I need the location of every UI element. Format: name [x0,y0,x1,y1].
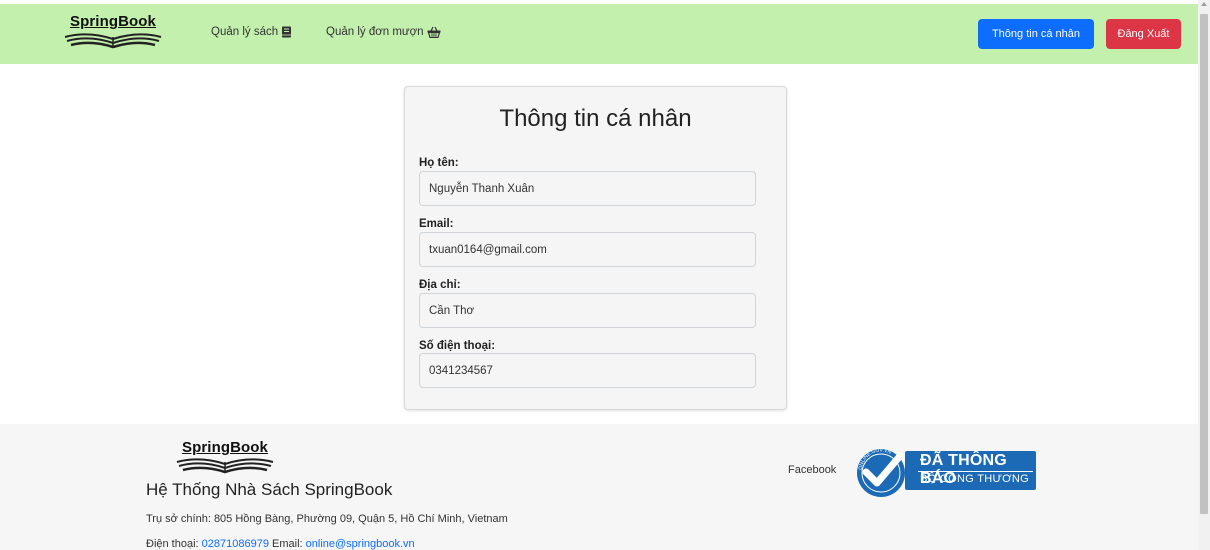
scrollbar-thumb[interactable] [1200,14,1208,514]
scroll-up-arrow-icon[interactable] [1201,2,1207,6]
logout-button[interactable]: Đăng Xuất [1106,19,1181,49]
facebook-link[interactable]: Facebook [788,464,836,476]
check-seal-icon: ONLINE.GOV.VN [857,448,905,497]
brand-name: SpringBook [70,13,156,30]
phone-label: Điện thoại: [146,538,199,550]
brand-logo[interactable]: SpringBook [60,14,166,54]
footer: SpringBook Hệ Thống Nhà Sách SpringBook … [0,424,1198,550]
address-label: Địa chỉ: [419,279,461,291]
open-book-icon [176,458,274,474]
email-link[interactable]: online@springbook.vn [306,538,415,550]
basket-icon [427,26,441,38]
fullname-field[interactable]: Nguyễn Thanh Xuân [419,171,756,206]
address-field[interactable]: Cần Thơ [419,293,756,328]
phone-link[interactable]: 02871086979 [202,538,269,550]
nav-link-orders-label: Quản lý đơn mượn [326,26,424,38]
footer-contact: Điện thoại: 02871086979 Email: online@sp… [146,538,415,550]
footer-title: Hệ Thống Nhà Sách SpringBook [146,480,393,499]
nav-link-books-label: Quản lý sách [211,26,279,38]
footer-address: Trụ sở chính: 805 Hồng Bàng, Phường 09, … [146,513,508,525]
profile-button[interactable]: Thông tin cá nhân [978,19,1094,49]
navbar: SpringBook Quản lý sách Quản lý đơn mượn… [0,4,1198,64]
email-label: Email: [419,218,454,230]
footer-brand-name: SpringBook [182,439,268,456]
nav-link-orders[interactable]: Quản lý đơn mượn [326,26,441,38]
email-field[interactable]: txuan0164@gmail.com [419,232,756,267]
profile-card: Thông tin cá nhân Họ tên: Nguyễn Thanh X… [404,86,787,410]
nav-link-books[interactable]: Quản lý sách [211,26,292,38]
book-icon [282,26,292,38]
page-scrollbar[interactable] [1198,0,1210,550]
open-book-icon [64,33,162,49]
fullname-label: Họ tên: [419,157,459,169]
footer-brand-logo: SpringBook [172,440,278,474]
email-label: Email: [272,538,303,550]
phone-field[interactable]: 0341234567 [419,353,756,388]
badge-divider [918,471,1033,472]
profile-title: Thông tin cá nhân [499,105,692,132]
phone-label: Số điện thoại: [419,340,496,352]
ministry-notified-badge[interactable]: ONLINE.GOV.VN ĐÃ THÔNG BÁO BỘ CÔNG THƯƠN… [850,448,1036,498]
badge-line2: BỘ CÔNG THƯƠNG [920,473,1029,485]
